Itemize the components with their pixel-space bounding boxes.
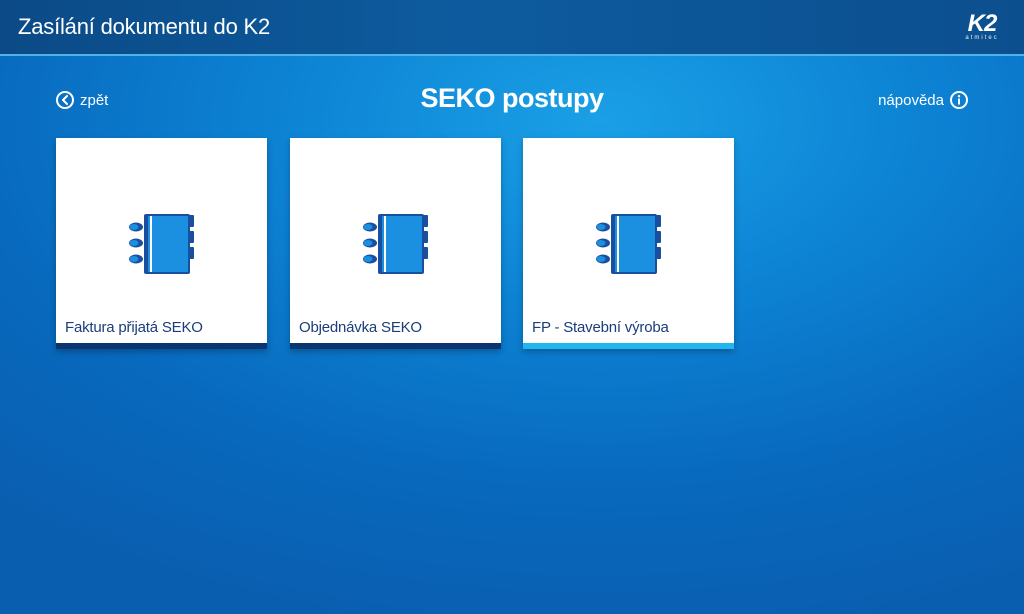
tile-label: Faktura přijatá SEKO: [65, 319, 203, 336]
title-bar: Zasílání dokumentu do K2 K2 atmitec: [0, 0, 1024, 56]
tile-stripe-active: [523, 343, 734, 349]
page-title: SEKO postupy: [420, 83, 604, 113]
tile-fp-stavebni-vyroba[interactable]: FP - Stavební výroba: [523, 138, 734, 349]
help-button[interactable]: nápověda: [878, 90, 968, 110]
window-title: Zasílání dokumentu do K2: [18, 14, 271, 39]
notebook-icon: [360, 214, 430, 274]
tile-label: FP - Stavební výroba: [532, 319, 669, 336]
tile-stripe: [56, 343, 267, 349]
logo-mark: K2: [967, 10, 998, 37]
notebook-icon: [593, 214, 663, 274]
tile-label: Objednávka SEKO: [299, 319, 422, 336]
notebook-icon: [126, 214, 196, 274]
info-circle-icon: [950, 91, 968, 109]
help-label: nápověda: [878, 91, 944, 109]
k2-logo: K2 atmitec: [958, 10, 1006, 43]
tile-faktura-prijata-seko[interactable]: Faktura přijatá SEKO: [56, 138, 267, 349]
tile-stripe: [290, 343, 501, 349]
logo-subtitle: atmitec: [965, 35, 999, 41]
tile-objednavka-seko[interactable]: Objednávka SEKO: [290, 138, 501, 349]
